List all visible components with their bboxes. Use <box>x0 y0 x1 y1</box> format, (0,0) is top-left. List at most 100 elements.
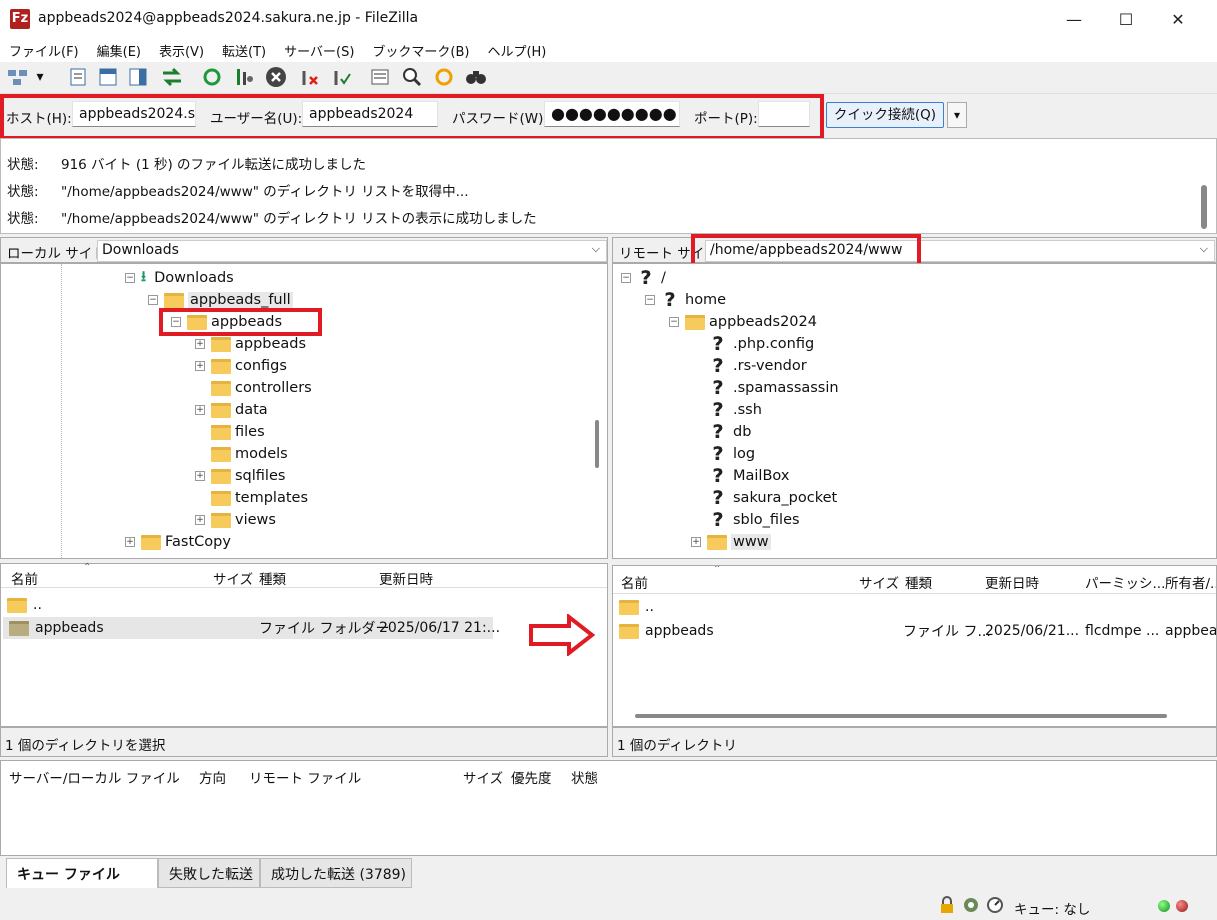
local-tree-toggle-icon[interactable] <box>96 65 120 89</box>
folder-icon <box>619 623 639 639</box>
column-type[interactable]: 種類 <box>259 568 286 588</box>
tree-node[interactable]: + FastCopy <box>125 532 231 552</box>
column-size[interactable]: サイズ <box>463 767 503 787</box>
column-date[interactable]: 更新日時 <box>985 572 1039 592</box>
local-directory-tree: − ⭳ Downloads − appbeads_full − appbeads + ap… <box>0 263 608 559</box>
menu-transfer[interactable]: 転送(T) <box>213 41 275 60</box>
tree-node[interactable]: files <box>211 422 265 442</box>
close-button[interactable]: ✕ <box>1152 0 1204 38</box>
tree-node[interactable]: controllers <box>211 378 312 398</box>
password-input[interactable]: ●●●●●●●●● <box>544 101 680 127</box>
tree-node[interactable]: ? .php.config <box>709 334 814 354</box>
column-type[interactable]: 種類 <box>905 572 932 592</box>
tree-node[interactable]: templates <box>211 488 308 508</box>
column-remote-file[interactable]: リモート ファイル <box>249 767 361 787</box>
menu-view[interactable]: 表示(V) <box>150 41 213 60</box>
tree-node[interactable]: − appbeads <box>171 312 282 332</box>
tree-node[interactable]: ? log <box>709 444 755 464</box>
transfer-queue-toggle-icon[interactable] <box>160 65 184 89</box>
tree-node[interactable]: − ⭳ Downloads <box>125 268 234 288</box>
remote-status: 1 個のディレクトリ <box>612 727 1217 757</box>
menu-help[interactable]: ヘルプ(H) <box>478 41 555 60</box>
message-log-toggle-icon[interactable] <box>66 65 90 89</box>
column-name[interactable]: 名前 <box>621 572 648 592</box>
tree-node[interactable]: ? sakura_pocket <box>709 488 837 508</box>
list-item[interactable]: appbeads ファイル フ... 2025/06/21... flcdmpe ..… <box>619 620 1216 642</box>
tree-node[interactable]: ? .spamassassin <box>709 378 839 398</box>
menu-bookmarks[interactable]: ブックマーク(B) <box>363 41 478 60</box>
maximize-button[interactable]: ☐ <box>1100 0 1152 38</box>
menu-edit[interactable]: 編集(E) <box>88 41 150 60</box>
tree-node[interactable]: + views <box>195 510 276 530</box>
tree-node[interactable]: ? MailBox <box>709 466 789 486</box>
column-status[interactable]: 状態 <box>571 767 598 787</box>
tree-node[interactable]: ? .rs-vendor <box>709 356 807 376</box>
tree-node[interactable]: + sqlfiles <box>195 466 285 486</box>
unknown-folder-icon: ? <box>709 488 727 508</box>
column-date[interactable]: 更新日時 <box>379 568 433 588</box>
list-item[interactable]: .. <box>7 594 42 616</box>
menu-file[interactable]: ファイル(F) <box>0 41 88 60</box>
username-input[interactable]: appbeads2024 <box>302 101 438 127</box>
quickconnect-dropdown[interactable]: ▾ <box>947 102 967 128</box>
column-size[interactable]: サイズ <box>859 572 899 592</box>
port-label: ポート(P): <box>694 111 758 127</box>
tree-node[interactable]: + appbeads <box>195 334 306 354</box>
directory-compare-icon[interactable] <box>368 65 392 89</box>
host-input[interactable]: appbeads2024.sa <box>72 101 196 127</box>
horizontal-scrollbar[interactable] <box>635 714 1167 718</box>
activity-led-red-icon <box>1176 900 1188 912</box>
tab-queued-files[interactable]: キュー ファイル <box>6 858 158 888</box>
maximize-icon: ☐ <box>1118 9 1134 29</box>
list-item[interactable]: .. <box>619 596 654 618</box>
column-owner[interactable]: 所有者/... <box>1165 572 1216 592</box>
message-log: 状態: 916 バイト (1 秒) のファイル転送に成功しました 状態: "/hom… <box>0 138 1217 234</box>
tree-node[interactable]: − appbeads2024 <box>669 312 817 332</box>
remote-site-bar: リモート サイト: /home/appbeads2024/www ⌵ <box>612 234 1217 274</box>
process-queue-icon[interactable] <box>232 65 256 89</box>
column-size[interactable]: サイズ <box>213 568 253 588</box>
unknown-folder-icon: ? <box>709 444 727 464</box>
tab-failed-transfers[interactable]: 失敗した転送 <box>158 858 260 888</box>
status-bar: キュー: なし <box>0 892 1217 920</box>
list-item[interactable]: appbeads ファイル フォルダー 2025/06/17 21:... <box>3 617 500 639</box>
menu-server[interactable]: サーバー(S) <box>275 41 363 60</box>
log-line: 状態: 916 バイト (1 秒) のファイル転送に成功しました <box>7 157 367 173</box>
column-server-local-file[interactable]: サーバー/ローカル ファイル <box>9 767 180 787</box>
tab-successful-transfers[interactable]: 成功した転送 (3789) <box>260 858 412 888</box>
tree-node[interactable]: −? / <box>621 268 666 288</box>
site-manager-dropdown-icon[interactable]: ▾ <box>32 65 48 89</box>
tree-node[interactable]: ? sblo_files <box>709 510 800 530</box>
tree-node[interactable]: + configs <box>195 356 287 376</box>
tree-node[interactable]: −? home <box>645 290 726 310</box>
column-name[interactable]: 名前 <box>11 568 38 588</box>
site-manager-icon[interactable] <box>6 65 30 89</box>
cancel-icon[interactable] <box>264 65 288 89</box>
column-priority[interactable]: 優先度 <box>511 767 552 787</box>
quickconnect-button[interactable]: クイック接続(Q) <box>826 102 944 128</box>
column-direction[interactable]: 方向 <box>199 767 226 787</box>
unknown-folder-icon: ? <box>661 290 679 310</box>
folder-icon <box>211 468 231 484</box>
minimize-button[interactable]: — <box>1048 0 1100 38</box>
remote-tree-toggle-icon[interactable] <box>126 65 150 89</box>
log-scrollbar[interactable] <box>1201 185 1207 229</box>
search-icon[interactable] <box>464 65 488 89</box>
chevron-down-icon: ⌵ <box>591 242 600 255</box>
tree-node[interactable]: ? .ssh <box>709 400 762 420</box>
filter-icon[interactable] <box>400 65 424 89</box>
reconnect-icon[interactable] <box>330 65 354 89</box>
sync-browsing-icon[interactable] <box>432 65 456 89</box>
tree-node[interactable]: models <box>211 444 288 464</box>
folder-icon <box>211 490 231 506</box>
port-input[interactable] <box>758 101 810 127</box>
refresh-icon[interactable] <box>200 65 224 89</box>
tree-node[interactable]: + data <box>195 400 268 420</box>
disconnect-icon[interactable] <box>298 65 322 89</box>
tree-node[interactable]: − appbeads_full <box>148 290 293 310</box>
tree-node[interactable]: + www <box>691 532 771 552</box>
column-permissions[interactable]: パーミッシ... <box>1085 572 1165 592</box>
tree-node[interactable]: ? db <box>709 422 751 442</box>
tree-scrollbar[interactable] <box>595 420 599 468</box>
local-path-combo[interactable]: Downloads ⌵ <box>97 240 607 262</box>
